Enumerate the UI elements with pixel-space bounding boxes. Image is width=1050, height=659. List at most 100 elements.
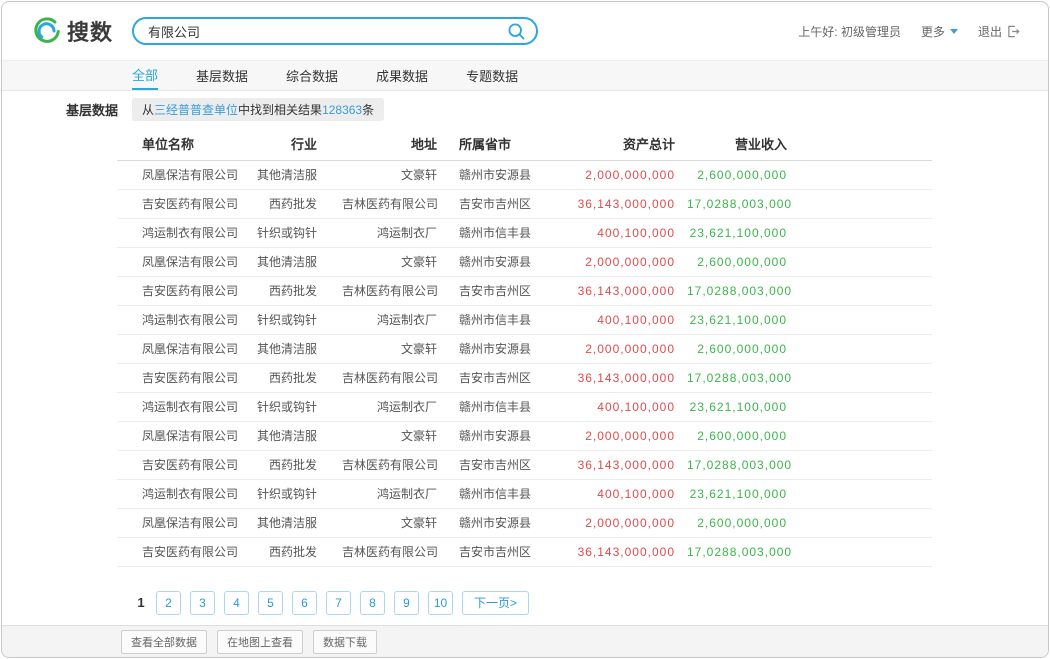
- data-download-button[interactable]: 数据下载: [313, 630, 377, 654]
- table-cell: 36,143,000,000: [577, 537, 687, 566]
- table-cell: 17,0288,003,000: [687, 363, 932, 392]
- table-cell: 鸿运制衣有限公司: [117, 392, 257, 421]
- table-cell: 凤凰保洁有限公司: [117, 160, 257, 189]
- table-cell: 吉安市吉州区: [457, 276, 577, 305]
- page-button-2[interactable]: 2: [156, 591, 181, 615]
- table-cell: 鸿运制衣厂: [342, 218, 457, 247]
- tab-all[interactable]: 全部: [132, 61, 158, 90]
- table-row: 吉安医药有限公司西药批发吉林医药有限公司吉安市吉州区36,143,000,000…: [117, 537, 932, 566]
- table-cell: 17,0288,003,000: [687, 537, 932, 566]
- table-header-row: 单位名称行业地址所属省市资产总计营业收入: [117, 127, 932, 160]
- page-button-4[interactable]: 4: [224, 591, 249, 615]
- table-cell: 400,100,000: [577, 392, 687, 421]
- table-cell: 36,143,000,000: [577, 276, 687, 305]
- table-cell: 吉安医药有限公司: [117, 537, 257, 566]
- source-link[interactable]: 三经普普查单位: [154, 101, 238, 118]
- column-header: 资产总计: [577, 127, 687, 160]
- page-button-9[interactable]: 9: [394, 591, 419, 615]
- table-cell: 其他清洁服: [257, 334, 342, 363]
- table-cell: 西药批发: [257, 363, 342, 392]
- table-cell: 吉安医药有限公司: [117, 276, 257, 305]
- table-cell: 吉林医药有限公司: [342, 276, 457, 305]
- page-button-6[interactable]: 6: [292, 591, 317, 615]
- table-cell: 文豪轩: [342, 508, 457, 537]
- table-row: 吉安医药有限公司西药批发吉林医药有限公司吉安市吉州区36,143,000,000…: [117, 189, 932, 218]
- page-button-8[interactable]: 8: [360, 591, 385, 615]
- chevron-down-icon: [950, 29, 958, 34]
- table-cell: 凤凰保洁有限公司: [117, 334, 257, 363]
- result-count: 128363: [322, 103, 362, 117]
- view-on-map-button[interactable]: 在地图上查看: [217, 630, 303, 654]
- table-cell: 2,600,000,000: [687, 508, 932, 537]
- table-cell: 鸿运制衣有限公司: [117, 305, 257, 334]
- tab-topic-data[interactable]: 专题数据: [466, 61, 518, 90]
- more-menu[interactable]: 更多: [921, 23, 958, 40]
- search-icon[interactable]: [507, 22, 526, 41]
- table-row: 吉安医药有限公司西药批发吉林医药有限公司吉安市吉州区36,143,000,000…: [117, 363, 932, 392]
- table-cell: 西药批发: [257, 189, 342, 218]
- table-cell: 36,143,000,000: [577, 363, 687, 392]
- table-cell: 23,621,100,000: [687, 392, 932, 421]
- logout-button[interactable]: 退出: [978, 23, 1020, 40]
- search-box[interactable]: [132, 17, 538, 45]
- logo-icon: [32, 16, 62, 46]
- search-input[interactable]: [148, 24, 507, 39]
- table-row: 凤凰保洁有限公司其他清洁服文豪轩赣州市安源县2,000,000,0002,600…: [117, 334, 932, 363]
- table-cell: 针织或钩针: [257, 218, 342, 247]
- page-button-3[interactable]: 3: [190, 591, 215, 615]
- table-cell: 23,621,100,000: [687, 218, 932, 247]
- table-cell: 针织或钩针: [257, 392, 342, 421]
- table-cell: 23,621,100,000: [687, 305, 932, 334]
- table-cell: 赣州市安源县: [457, 508, 577, 537]
- app-window: 搜数 上午好: 初级管理员 更多 退出: [1, 1, 1049, 658]
- next-page-button[interactable]: 下一页>: [462, 591, 529, 615]
- footer-bar: 查看全部数据在地图上查看数据下载: [2, 625, 1048, 657]
- section-label: 基层数据: [66, 100, 118, 119]
- tab-bar: 全部 基层数据 综合数据 成果数据 专题数据: [2, 60, 1048, 91]
- table-cell: 赣州市安源县: [457, 421, 577, 450]
- page-button-1[interactable]: 1: [135, 595, 147, 610]
- tab-basic-data[interactable]: 基层数据: [196, 61, 248, 90]
- table-cell: 鸿运制衣厂: [342, 305, 457, 334]
- table-cell: 2,000,000,000: [577, 160, 687, 189]
- table-row: 凤凰保洁有限公司其他清洁服文豪轩赣州市安源县2,000,000,0002,600…: [117, 421, 932, 450]
- table-cell: 400,100,000: [577, 218, 687, 247]
- table-cell: 23,621,100,000: [687, 479, 932, 508]
- table-cell: 2,000,000,000: [577, 508, 687, 537]
- column-header: 行业: [257, 127, 342, 160]
- table-cell: 西药批发: [257, 537, 342, 566]
- table-cell: 2,000,000,000: [577, 421, 687, 450]
- table-cell: 鸿运制衣厂: [342, 392, 457, 421]
- brand-name: 搜数: [67, 15, 113, 47]
- column-header: 地址: [342, 127, 457, 160]
- user-greeting: 上午好: 初级管理员: [798, 23, 901, 40]
- page-button-7[interactable]: 7: [326, 591, 351, 615]
- column-header: 单位名称: [117, 127, 257, 160]
- pagination: 123456789 10 下一页>: [135, 591, 1048, 615]
- page-button-5[interactable]: 5: [258, 591, 283, 615]
- view-all-data-button[interactable]: 查看全部数据: [121, 630, 207, 654]
- column-header: 所属省市: [457, 127, 577, 160]
- column-header: 营业收入: [687, 127, 932, 160]
- tab-achievement-data[interactable]: 成果数据: [376, 61, 428, 90]
- table-cell: 鸿运制衣有限公司: [117, 218, 257, 247]
- table-cell: 赣州市信丰县: [457, 218, 577, 247]
- table-cell: 赣州市安源县: [457, 334, 577, 363]
- table-cell: 吉安市吉州区: [457, 363, 577, 392]
- table-cell: 2,000,000,000: [577, 334, 687, 363]
- table-cell: 吉安市吉州区: [457, 189, 577, 218]
- table-cell: 2,600,000,000: [687, 421, 932, 450]
- table-cell: 赣州市信丰县: [457, 305, 577, 334]
- table-cell: 吉安医药有限公司: [117, 450, 257, 479]
- table-cell: 文豪轩: [342, 421, 457, 450]
- table-row: 凤凰保洁有限公司其他清洁服文豪轩赣州市安源县2,000,000,0002,600…: [117, 508, 932, 537]
- table-cell: 针织或钩针: [257, 305, 342, 334]
- tab-comprehensive-data[interactable]: 综合数据: [286, 61, 338, 90]
- page-button-10[interactable]: 10: [428, 591, 453, 615]
- logout-icon: [1007, 25, 1020, 38]
- table-cell: 鸿运制衣有限公司: [117, 479, 257, 508]
- result-summary: 从 三经普普查单位 中找到相关结果 128363 条: [132, 98, 384, 121]
- more-label: 更多: [921, 23, 945, 40]
- table-cell: 其他清洁服: [257, 421, 342, 450]
- logout-label: 退出: [978, 23, 1002, 40]
